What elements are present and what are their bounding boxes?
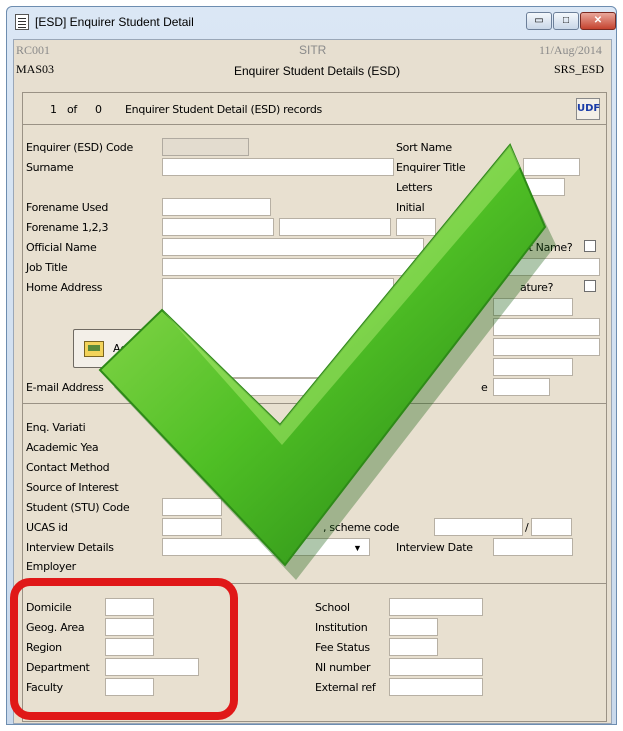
initials-field[interactable] bbox=[493, 198, 528, 216]
page-title: Enquirer Student Details (ESD) bbox=[234, 64, 401, 78]
record-bar: 1 of 0 Enquirer Student Detail (ESD) rec… bbox=[23, 93, 606, 125]
label-sort-name: Sort Name bbox=[396, 141, 452, 154]
label-employer: Employer bbox=[26, 560, 76, 573]
address-button[interactable]: Address bbox=[73, 329, 162, 368]
label-surname: Surname bbox=[26, 161, 74, 174]
record-of: of bbox=[67, 103, 78, 116]
surname-field[interactable] bbox=[162, 158, 394, 176]
document-icon bbox=[15, 14, 29, 30]
interview-date-field[interactable] bbox=[493, 538, 573, 556]
header-date: 11/Aug/2014 bbox=[539, 43, 602, 57]
label-job-title: Job Title bbox=[26, 261, 68, 274]
forename-used-field[interactable] bbox=[162, 198, 271, 216]
label-student-code: Student (STU) Code bbox=[26, 501, 130, 514]
record-label: Enquirer Student Detail (ESD) records bbox=[125, 103, 322, 116]
record-total: 0 bbox=[95, 103, 102, 116]
label-fee-status: Fee Status bbox=[315, 641, 370, 654]
label-home-address: Home Address bbox=[26, 281, 103, 294]
right-field-2[interactable] bbox=[493, 318, 600, 336]
label-email-tail: e bbox=[481, 381, 488, 394]
header-left-bottom: MAS03 bbox=[16, 62, 55, 76]
label-letters: Letters bbox=[396, 181, 433, 194]
close-button[interactable]: ✕ bbox=[580, 12, 616, 30]
scheme-code-separator: / bbox=[525, 521, 529, 534]
forename-2-field[interactable] bbox=[279, 218, 391, 236]
header-center-top: SITR bbox=[299, 43, 327, 57]
label-forename-used: Forename Used bbox=[26, 201, 109, 214]
header-left-top: RC001 bbox=[16, 43, 51, 57]
student-code-field[interactable] bbox=[162, 498, 222, 516]
signature-checkbox[interactable] bbox=[584, 280, 596, 292]
minimize-button[interactable]: ▭ bbox=[526, 12, 552, 30]
label-interview-date: Interview Date bbox=[396, 541, 473, 554]
label-signature: ature? bbox=[520, 281, 554, 294]
esd-code-field bbox=[162, 138, 249, 156]
label-interview-details: Interview Details bbox=[26, 541, 114, 554]
label-external-ref: External ref bbox=[315, 681, 376, 694]
right-field-5[interactable] bbox=[493, 378, 550, 396]
label-initials: Initial bbox=[396, 201, 425, 214]
label-scheme-code: , scheme code bbox=[323, 521, 400, 534]
label-edit-name: dit Name? bbox=[519, 241, 573, 254]
label-ni-number: NI number bbox=[315, 661, 371, 674]
header-right-bottom: SRS_ESD bbox=[554, 62, 605, 76]
label-enq-variation: Enq. Variati bbox=[26, 421, 86, 434]
label-institution: Institution bbox=[315, 621, 368, 634]
label-school: School bbox=[315, 601, 350, 614]
label-ucas-id: UCAS id bbox=[26, 521, 68, 534]
record-current: 1 bbox=[50, 103, 57, 116]
interview-details-select[interactable]: ▼ bbox=[162, 538, 370, 556]
school-field[interactable] bbox=[389, 598, 483, 616]
email-field[interactable] bbox=[162, 378, 394, 396]
letters-field[interactable] bbox=[523, 178, 565, 196]
home-address-field[interactable] bbox=[162, 278, 394, 378]
external-ref-field[interactable] bbox=[389, 678, 483, 696]
section-divider-1 bbox=[23, 403, 606, 404]
address-button-label: Address bbox=[113, 342, 157, 355]
window-title: [ESD] Enquirer Student Detail bbox=[35, 15, 194, 29]
label-enquirer-title: Enquirer Title bbox=[396, 161, 466, 174]
label-esd-code: Enquirer (ESD) Code bbox=[26, 141, 133, 154]
scheme-code-field[interactable] bbox=[434, 518, 523, 536]
fee-status-field[interactable] bbox=[389, 638, 438, 656]
right-field-1[interactable] bbox=[493, 298, 573, 316]
forename-1-field[interactable] bbox=[162, 218, 274, 236]
ucas-id-field[interactable] bbox=[162, 518, 222, 536]
label-forename-123: Forename 1,2,3 bbox=[26, 221, 109, 234]
enquirer-title-field[interactable] bbox=[523, 158, 580, 176]
label-contact-method: Contact Method bbox=[26, 461, 110, 474]
edit-name-checkbox[interactable] bbox=[584, 240, 596, 252]
highlight-box bbox=[10, 578, 238, 720]
label-source-of-interest: Source of Interest bbox=[26, 481, 119, 494]
label-academic-year: Academic Yea bbox=[26, 441, 99, 454]
udf-button[interactable]: UDF bbox=[576, 98, 600, 120]
label-official-name: Official Name bbox=[26, 241, 97, 254]
title-bar[interactable]: [ESD] Enquirer Student Detail ▭ □ ✕ bbox=[7, 7, 616, 39]
address-book-icon bbox=[84, 341, 104, 357]
right-field-3[interactable] bbox=[493, 338, 600, 356]
ni-number-field[interactable] bbox=[389, 658, 483, 676]
official-name-field[interactable] bbox=[162, 238, 424, 256]
maximize-button[interactable]: □ bbox=[553, 12, 579, 30]
job-title-field[interactable] bbox=[162, 258, 600, 276]
forename-3-field[interactable] bbox=[396, 218, 436, 236]
institution-field[interactable] bbox=[389, 618, 438, 636]
dropdown-arrow-icon: ▼ bbox=[353, 543, 362, 553]
scheme-code-suffix-field[interactable] bbox=[531, 518, 572, 536]
right-field-4[interactable] bbox=[493, 358, 573, 376]
label-email: E-mail Address bbox=[26, 381, 104, 394]
